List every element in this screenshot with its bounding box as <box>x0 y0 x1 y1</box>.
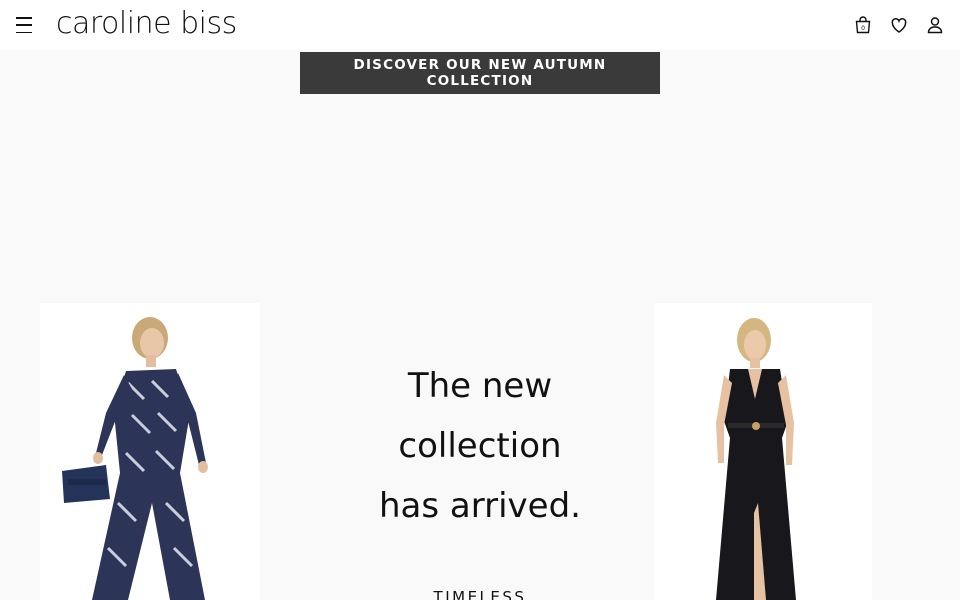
bag-count: 0 <box>861 25 865 32</box>
user-icon[interactable] <box>924 14 946 36</box>
brand-logo[interactable]: caroline biss <box>56 6 237 42</box>
headline-line-2: collection <box>398 426 562 466</box>
product-image-jumpsuit[interactable] <box>40 303 260 600</box>
site-header: caroline biss 0 <box>0 0 960 50</box>
menu-icon[interactable] <box>14 16 34 34</box>
collection-subheading: TIMELESS <box>433 588 527 600</box>
shopping-bag-icon[interactable]: 0 <box>852 14 874 36</box>
header-actions: 0 <box>852 14 946 36</box>
headline-line-3: has arrived. <box>379 486 581 526</box>
headline-line-1: The new <box>407 366 553 406</box>
black-dress-model-image <box>716 318 796 600</box>
heart-icon[interactable] <box>888 14 910 36</box>
discover-collection-button[interactable]: DISCOVER OUR NEW AUTUMN COLLECTION <box>300 52 660 94</box>
product-image-dress[interactable] <box>654 303 872 600</box>
collection-headline: The new collection has arrived. <box>330 356 630 536</box>
jumpsuit-model-image <box>62 317 208 600</box>
